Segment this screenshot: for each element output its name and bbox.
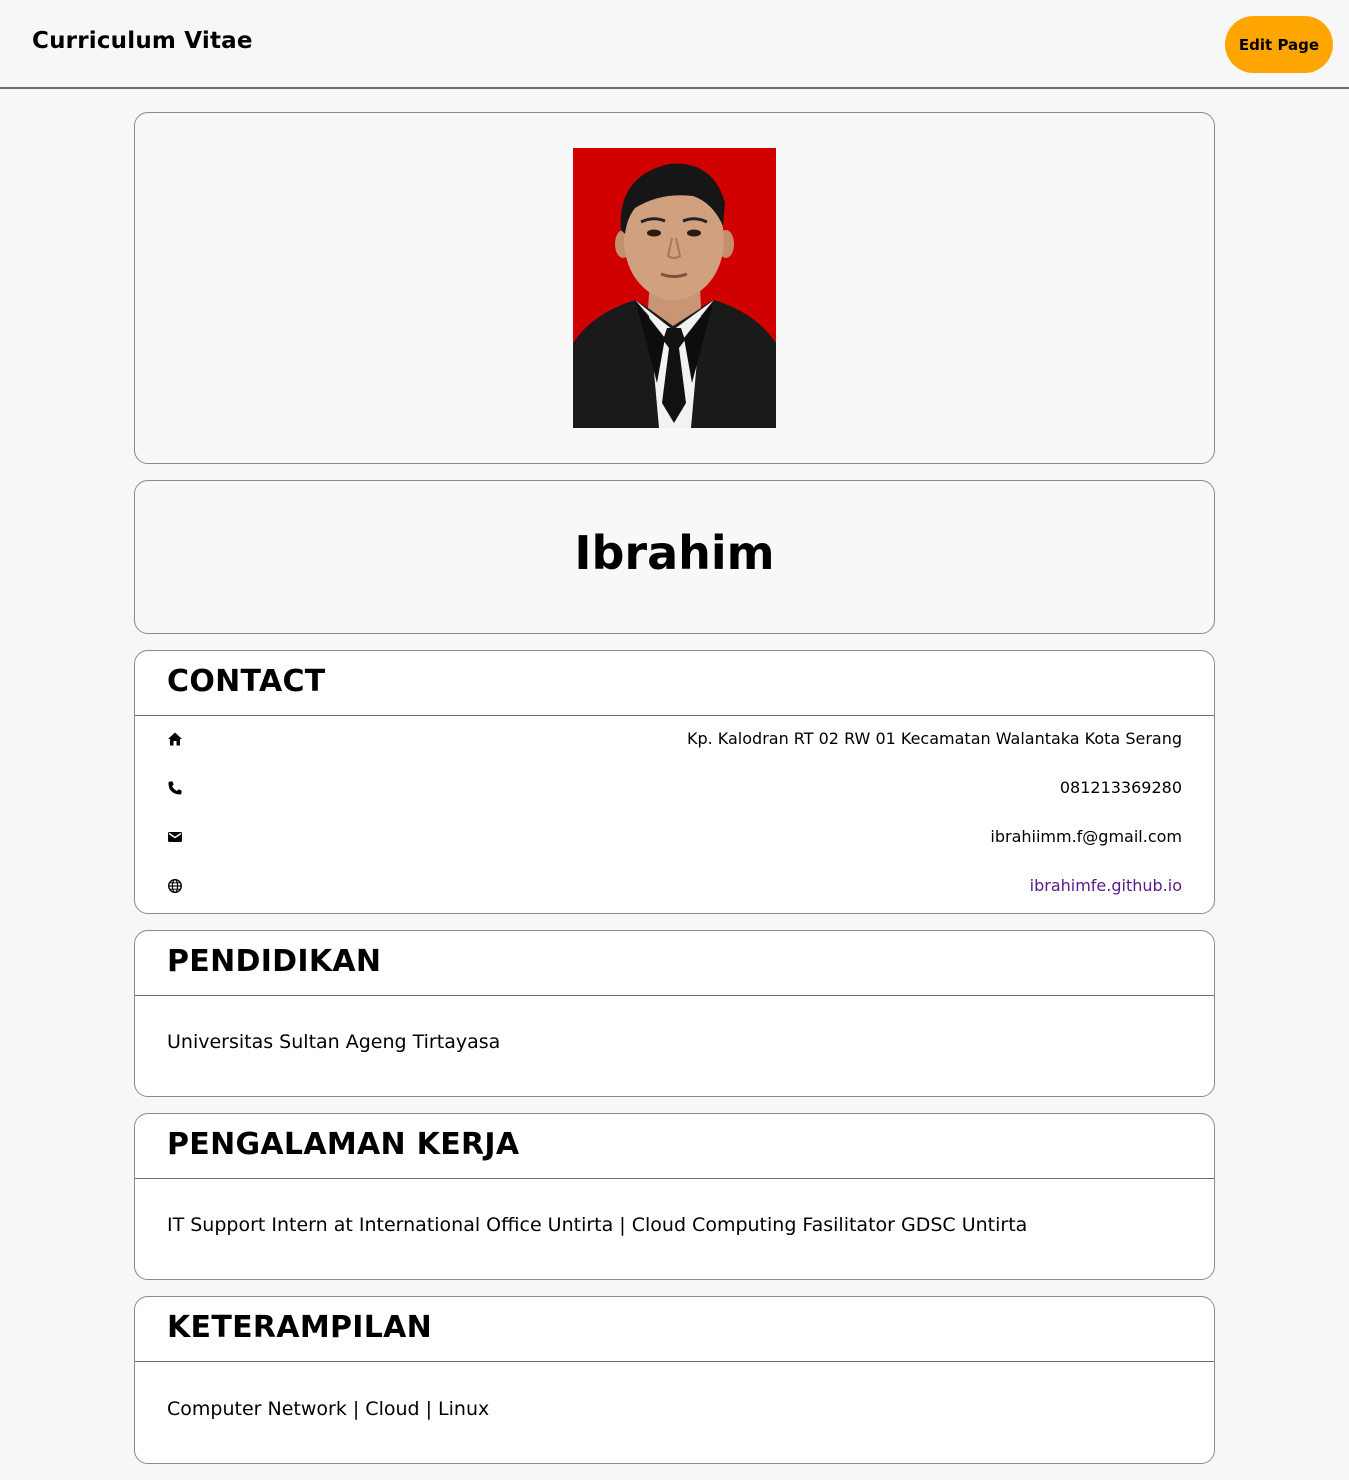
skills-content: Computer Network | Cloud | Linux [167,1398,490,1420]
top-bar: Curriculum Vitae Edit Page [0,0,1349,89]
education-header: PENDIDIKAN [135,931,1214,996]
photo-card [134,112,1215,464]
mail-icon [168,832,182,842]
experience-content: IT Support Intern at International Offic… [167,1214,1028,1236]
site-title: Curriculum Vitae [32,28,253,54]
contact-phone-row: 081213369280 [135,765,1214,814]
education-section: PENDIDIKAN Universitas Sultan Ageng Tirt… [134,930,1215,1097]
contact-address-row: Kp. Kalodran RT 02 RW 01 Kecamatan Walan… [135,716,1214,765]
experience-section: PENGALAMAN KERJA IT Support Intern at In… [134,1113,1215,1280]
person-name: Ibrahim [574,526,775,580]
contact-email-row: ibrahiimm.f@gmail.com [135,814,1214,863]
contact-email: ibrahiimm.f@gmail.com [990,827,1182,846]
skills-section: KETERAMPILAN Computer Network | Cloud | … [134,1296,1215,1464]
name-card: Ibrahim [134,480,1215,634]
globe-icon [167,878,183,894]
contact-website-row: ibrahimfe.github.io [135,863,1214,912]
experience-title: PENGALAMAN KERJA [167,1127,520,1162]
skills-title: KETERAMPILAN [167,1310,433,1345]
skills-header: KETERAMPILAN [135,1297,1214,1362]
contact-header: CONTACT [135,651,1214,716]
experience-header: PENGALAMAN KERJA [135,1114,1214,1179]
website-link[interactable]: ibrahimfe.github.io [1030,876,1182,895]
profile-photo [573,148,776,428]
home-icon [168,732,182,746]
contact-phone: 081213369280 [1059,778,1182,797]
contact-section: CONTACT Kp. Kalodran RT 02 RW 01 Kecamat… [134,650,1215,914]
edit-page-button[interactable]: Edit Page [1225,16,1333,73]
contact-title: CONTACT [167,664,326,699]
education-content: Universitas Sultan Ageng Tirtayasa [167,1031,501,1053]
contact-address: Kp. Kalodran RT 02 RW 01 Kecamatan Walan… [686,729,1182,748]
education-title: PENDIDIKAN [167,944,382,979]
phone-icon [168,781,182,795]
